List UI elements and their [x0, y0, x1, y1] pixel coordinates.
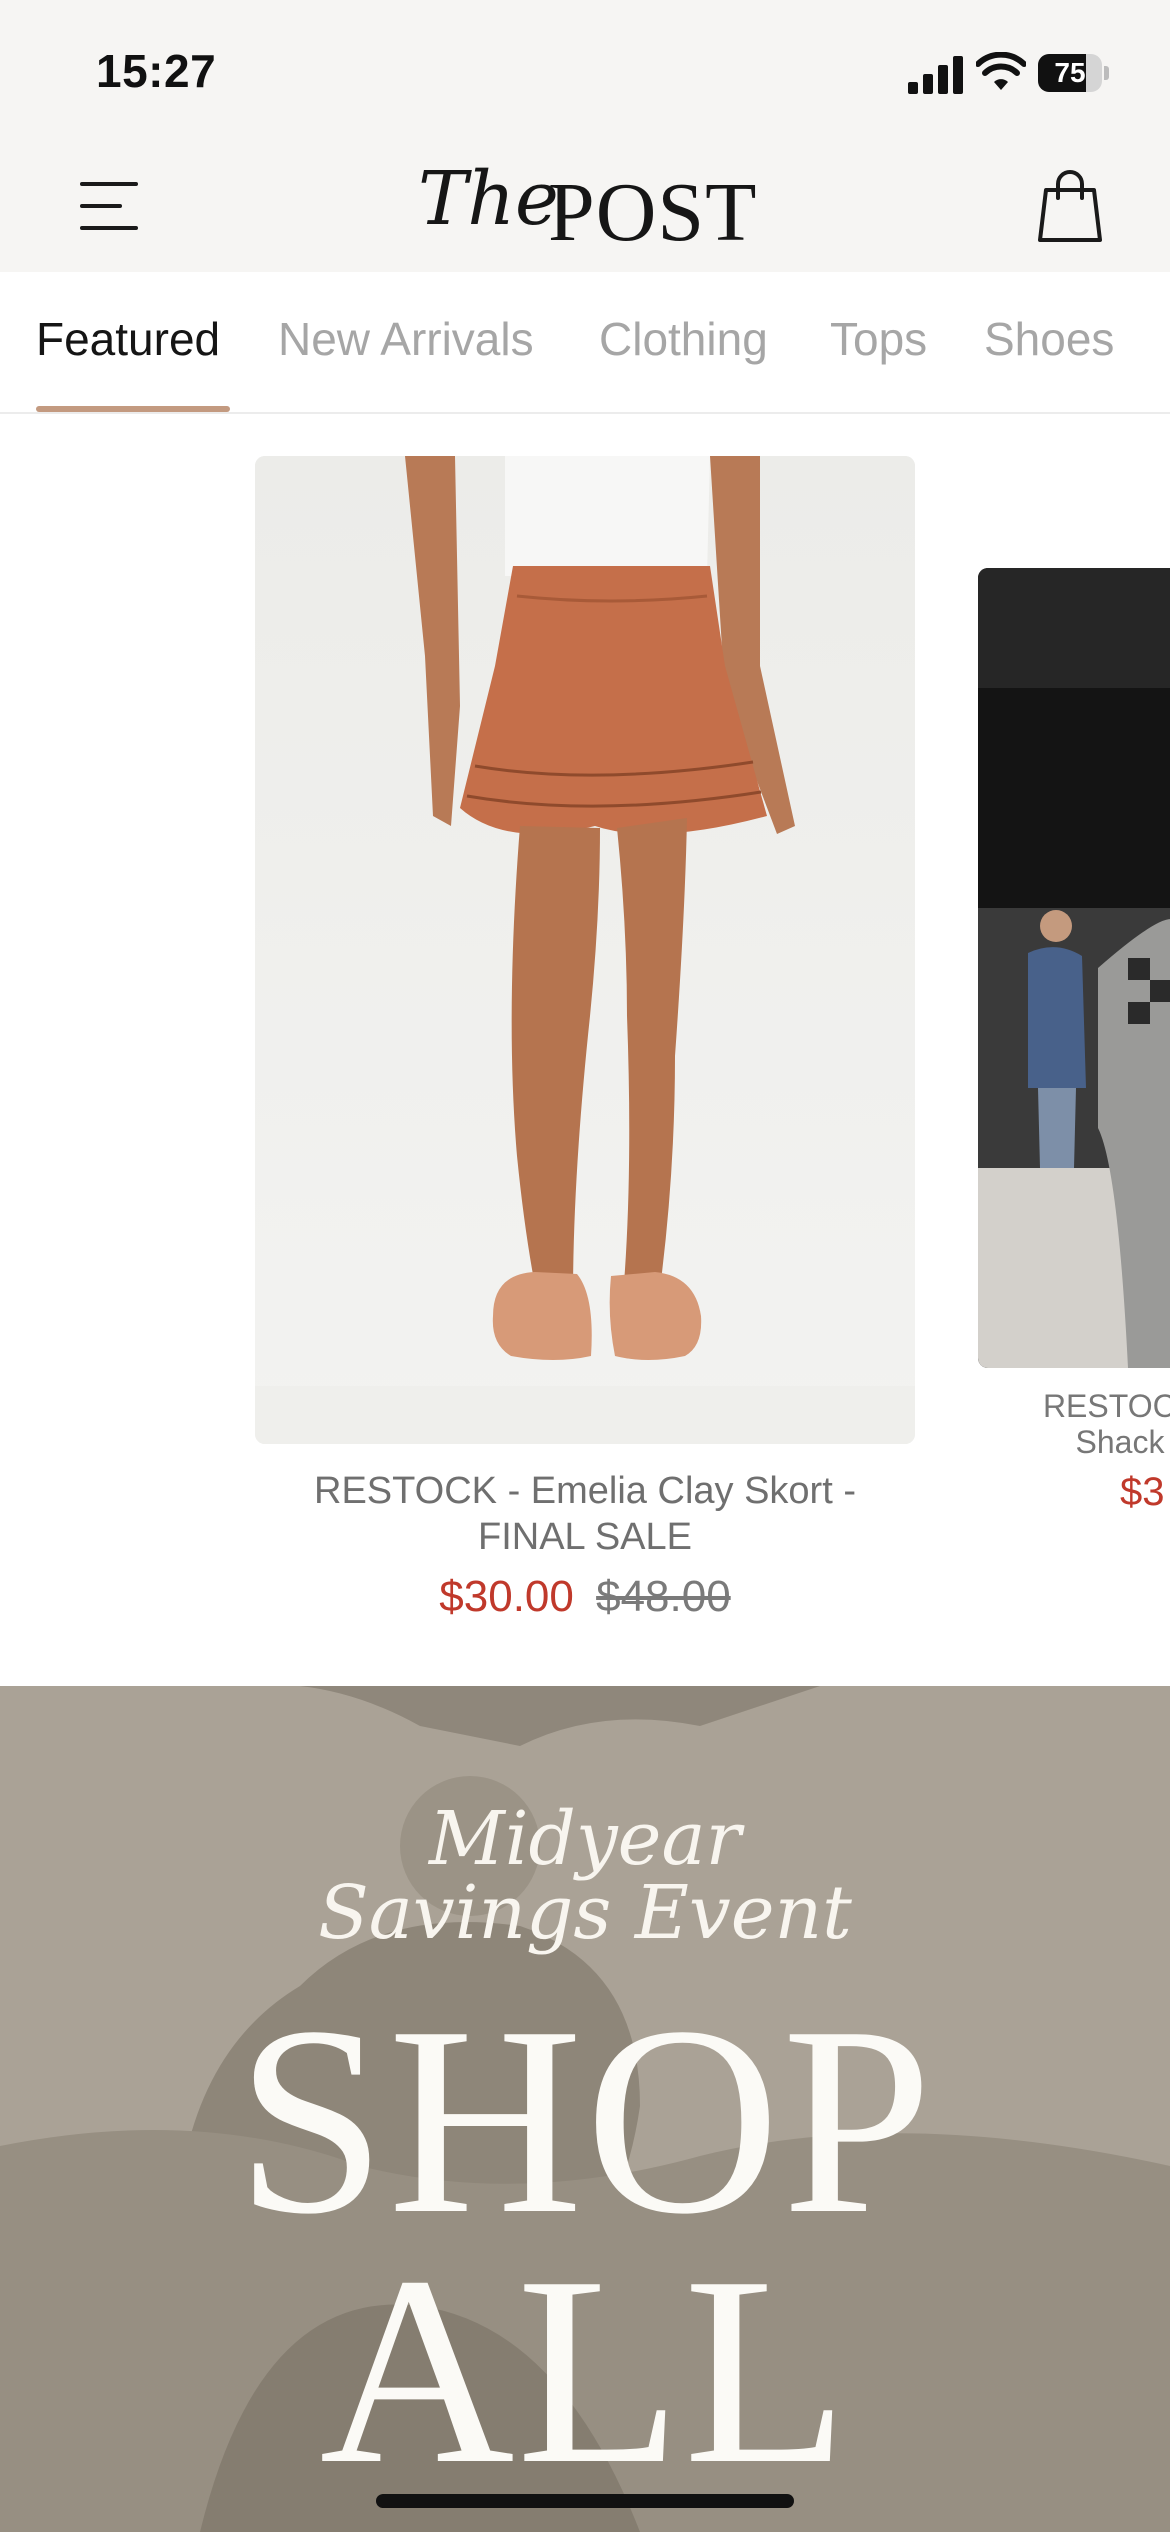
- wifi-icon: [976, 52, 1026, 90]
- tab-new-arrivals[interactable]: New Arrivals: [278, 312, 534, 366]
- product-name-line2: FINAL SALE: [477, 1516, 692, 1558]
- promo-banner-shop-all[interactable]: Midyear Savings Event SHOP ALL: [0, 1686, 1170, 2532]
- home-indicator[interactable]: [376, 2494, 794, 2508]
- category-tabs: Featured New Arrivals Clothing Tops Shoe…: [0, 272, 1170, 414]
- tab-featured[interactable]: Featured: [36, 312, 220, 366]
- status-time: 15:27: [96, 45, 217, 97]
- banner-headline-line1: SHOP: [235, 1971, 935, 2270]
- battery-icon: 75: [1038, 54, 1110, 92]
- the-post-logo[interactable]: The POST: [400, 150, 770, 260]
- product-price: $30.00 $48.00: [255, 1572, 915, 1622]
- logo-text: POST: [548, 166, 758, 259]
- active-tab-indicator: [36, 406, 230, 412]
- logo-script: The: [418, 156, 559, 242]
- app-header: 15:27 75 The POST: [0, 0, 1170, 272]
- next-product-name-line2: Shack: [1075, 1424, 1165, 1460]
- product-name-line1: RESTOCK - Emelia Clay Skort -: [314, 1470, 856, 1512]
- sale-price: $30.00: [439, 1572, 574, 1621]
- tab-shoes[interactable]: Shoes: [984, 312, 1114, 366]
- tab-clothing[interactable]: Clothing: [599, 312, 768, 366]
- next-product-name[interactable]: RESTOCK Shack: [1000, 1388, 1170, 1460]
- next-product-name-line1: RESTOCK: [1042, 1388, 1170, 1424]
- product-name[interactable]: RESTOCK - Emelia Clay Skort - FINAL SALE: [255, 1468, 915, 1560]
- next-product-price: $3: [1120, 1470, 1165, 1514]
- banner-headline-line2: ALL: [319, 2221, 851, 2520]
- hamburger-menu-icon[interactable]: [80, 178, 142, 234]
- battery-percent: 75: [1054, 57, 1086, 88]
- tab-tops[interactable]: Tops: [830, 312, 927, 366]
- product-image-emelia-skort[interactable]: [255, 456, 915, 1444]
- shopping-bag-icon[interactable]: [1036, 168, 1104, 244]
- banner-script-line2: Savings Event: [318, 1870, 852, 1956]
- cellular-signal-icon: [908, 56, 963, 94]
- product-image-next[interactable]: [978, 568, 1170, 1368]
- original-price: $48.00: [596, 1572, 731, 1621]
